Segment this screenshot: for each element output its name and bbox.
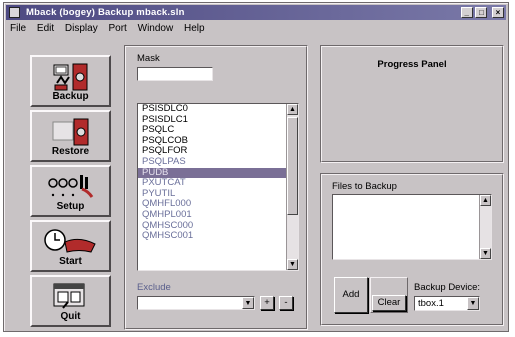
- mask-label: Mask: [137, 53, 160, 64]
- start-icon: [43, 229, 96, 253]
- source-list-scrollbar[interactable]: ▲ ▼: [286, 104, 298, 270]
- title-buttons: _ □ ×: [460, 7, 504, 18]
- exclude-combo[interactable]: ▼: [137, 296, 255, 310]
- start-button[interactable]: Start: [30, 220, 111, 272]
- backup-device-value: tbox.1: [418, 298, 444, 309]
- progress-panel-title: Progress Panel: [377, 59, 447, 70]
- menu-bar: File Edit Display Port Window Help: [6, 21, 506, 36]
- quit-icon: [53, 283, 84, 309]
- minimize-button[interactable]: _: [460, 7, 473, 18]
- start-label: Start: [59, 256, 82, 267]
- source-list-items: PSISDLC0 PSISDLC1 PSQLC PSQLCOB PSQLFOR PSQLP…: [138, 104, 298, 242]
- app-icon[interactable]: [9, 7, 20, 18]
- files-to-backup-label: Files to Backup: [332, 181, 397, 192]
- restore-button[interactable]: Restore: [30, 110, 111, 162]
- backup-device-dropdown-icon[interactable]: ▼: [467, 297, 479, 310]
- files-scroll-up-button[interactable]: ▲: [480, 195, 491, 206]
- window-title: Mback (bogey) Backup mback.sln: [26, 7, 185, 18]
- scroll-thumb[interactable]: [287, 117, 298, 215]
- source-list-item[interactable]: QMHPL001: [138, 209, 298, 221]
- exclude-remove-button[interactable]: -: [279, 296, 293, 310]
- setup-icon: [47, 175, 93, 198]
- backup-button[interactable]: Backup: [30, 55, 111, 107]
- setup-button[interactable]: Setup: [30, 165, 111, 217]
- add-button[interactable]: Add: [334, 277, 368, 313]
- files-to-backup-list[interactable]: ▲ ▼: [332, 194, 492, 260]
- clear-button[interactable]: Clear: [372, 295, 406, 311]
- quit-label: Quit: [60, 311, 81, 322]
- maximize-button[interactable]: □: [475, 7, 488, 18]
- backup-device-label: Backup Device:: [414, 282, 481, 293]
- source-list-item[interactable]: PSQLPAS: [138, 156, 298, 168]
- close-button[interactable]: ×: [492, 7, 504, 18]
- exclude-add-button[interactable]: +: [260, 296, 274, 310]
- scroll-down-button[interactable]: ▼: [287, 259, 298, 270]
- app-window: Mback (bogey) Backup mback.sln _ □ × Fil…: [3, 2, 509, 332]
- source-list-item[interactable]: QMHSC001: [138, 231, 298, 242]
- restore-label: Restore: [51, 146, 90, 157]
- setup-label: Setup: [56, 201, 85, 212]
- files-scroll-down-button[interactable]: ▼: [480, 248, 491, 259]
- menu-file[interactable]: File: [6, 21, 30, 36]
- source-list[interactable]: PSISDLC0 PSISDLC1 PSQLC PSQLCOB PSQLFOR PSQLP…: [137, 103, 299, 271]
- source-list-item[interactable]: PSISDLC0: [138, 104, 298, 115]
- backup-label: Backup: [52, 91, 89, 102]
- quit-button[interactable]: Quit: [30, 275, 111, 327]
- exclude-label: Exclude: [137, 282, 171, 293]
- exclude-dropdown-icon[interactable]: ▼: [242, 297, 254, 309]
- menu-help[interactable]: Help: [180, 21, 209, 36]
- scroll-up-button[interactable]: ▲: [287, 104, 298, 115]
- title-bar[interactable]: Mback (bogey) Backup mback.sln _ □ ×: [6, 5, 506, 20]
- backup-device-select[interactable]: tbox.1 ▼: [414, 296, 480, 311]
- menu-display[interactable]: Display: [61, 21, 102, 36]
- restore-icon: [52, 118, 88, 146]
- backup-icon: [53, 63, 87, 91]
- tool-column: Backup Restore Setup Start Quit: [30, 55, 112, 330]
- menu-edit[interactable]: Edit: [33, 21, 58, 36]
- menu-window[interactable]: Window: [134, 21, 178, 36]
- menu-port[interactable]: Port: [105, 21, 131, 36]
- files-list-scrollbar[interactable]: ▲ ▼: [479, 195, 491, 259]
- mask-input[interactable]: [137, 67, 213, 81]
